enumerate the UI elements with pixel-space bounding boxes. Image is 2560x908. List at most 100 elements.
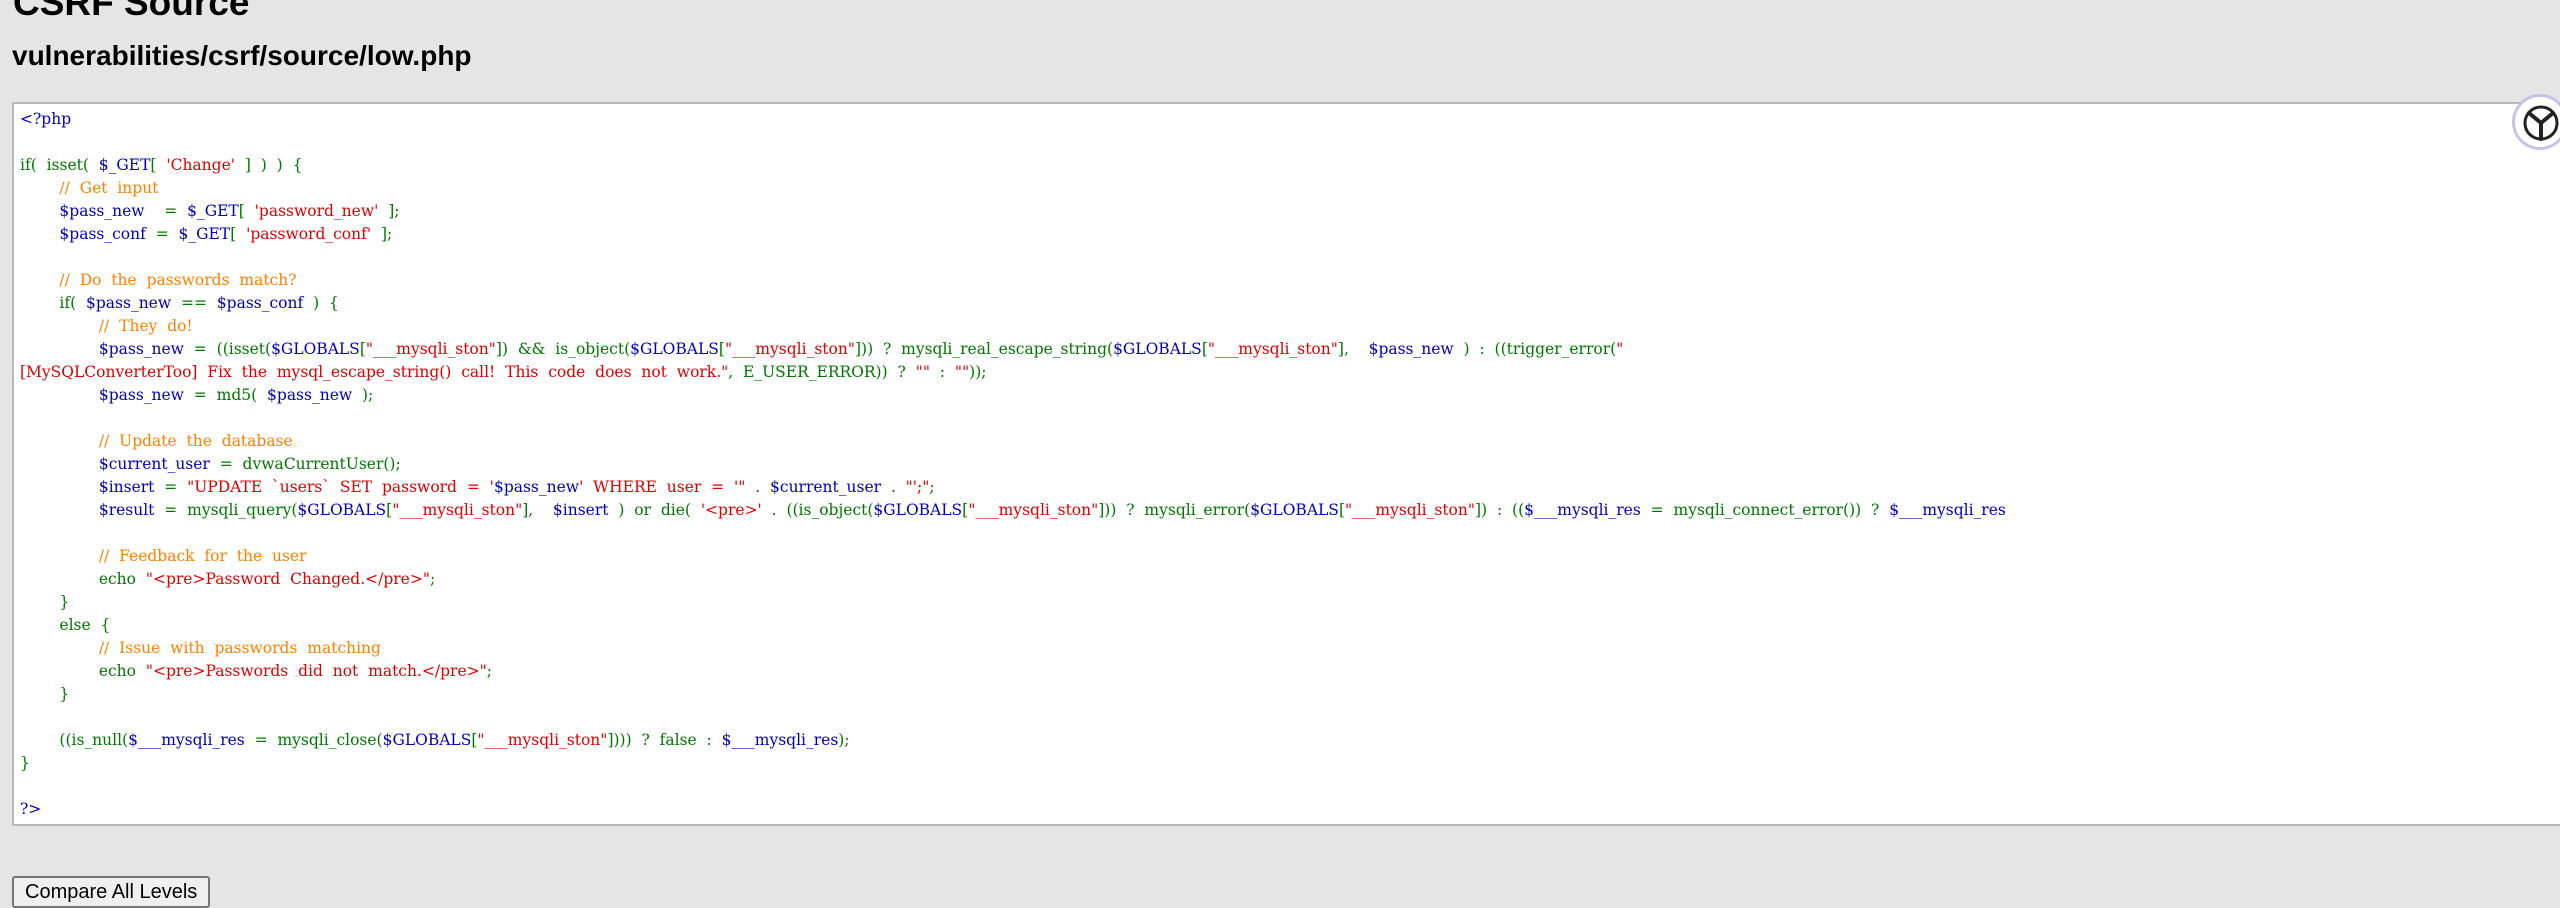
code-line: // Issue with passwords matching (20, 637, 2006, 660)
code-token: ] ) ) { (235, 156, 303, 174)
code-line: echo "<pre>Password Changed.</pre>"; (20, 568, 2006, 591)
code-variable: $GLOBALS (382, 731, 472, 749)
code-comment: // Update the database (20, 432, 293, 450)
code-token: ; (486, 662, 492, 680)
code-line: // Feedback for the user (20, 545, 2006, 568)
code-token: = mysqli_query( (154, 501, 298, 519)
code-line: $pass_new = md5( $pass_new ); (20, 384, 2006, 407)
code-token: = md5( (183, 386, 268, 404)
code-token: = dvwaCurrentUser(); (209, 455, 401, 473)
compare-all-levels-button[interactable]: Compare All Levels (12, 876, 211, 908)
code-token: ; (929, 478, 935, 496)
code-variable: $pass_conf (59, 225, 146, 243)
code-string: " (1616, 340, 1624, 358)
code-variable: $current_user (770, 478, 882, 496)
code-line: <?php (20, 108, 2006, 131)
code-token: = mysqli_connect_error()) ? (1640, 501, 1890, 519)
code-string: ' WHERE user = '" (579, 478, 746, 496)
code-string: "" (915, 363, 930, 381)
code-token: ], (522, 501, 553, 519)
code-string: 'Change' (166, 156, 236, 174)
code-string: "" (954, 363, 970, 381)
code-line: // Do the passwords match? (20, 269, 2006, 292)
code-line: $pass_new = $_GET[ 'password_new' ]; (20, 200, 2006, 223)
code-token: = mysqli_close( (244, 731, 383, 749)
code-token: , E_USER_ERROR)) ? (728, 363, 916, 381)
code-token: ]) && is_object( (495, 340, 631, 358)
code-variable: $pass_new (267, 386, 353, 404)
code-variable: $GLOBALS (297, 501, 387, 519)
code-token: = (154, 478, 188, 496)
code-variable: $_GET (187, 202, 239, 220)
code-comment: // They do! (20, 317, 193, 335)
code-token: } (20, 754, 30, 772)
code-token: ])) ? mysqli_error( (1098, 501, 1251, 519)
code-token: ], (1337, 340, 1369, 358)
code-string: 'password_new' (254, 202, 379, 220)
code-string: "___mysqli_ston" (365, 340, 496, 358)
code-token: . (745, 478, 771, 496)
php-tag: ?> (20, 800, 42, 818)
code-string: "___mysqli_ston" (392, 501, 523, 519)
code-string: 'password_conf' (246, 225, 372, 243)
code-variable: $GLOBALS (1113, 340, 1202, 358)
code-variable: $result (98, 501, 155, 519)
code-line: } (20, 752, 2006, 775)
code-variable: $insert (552, 501, 609, 519)
code-variable: $pass_new (1368, 340, 1454, 358)
code-variable: $___mysqli_res (1889, 501, 2006, 519)
code-line: } (20, 591, 2006, 614)
code-line: $pass_new = ((isset($GLOBALS["___mysqli_… (20, 338, 2006, 361)
code-token: ) : ((trigger_error( (1453, 340, 1617, 358)
php-tag: <?php (20, 110, 72, 128)
code-line: [MySQLConverterToo] Fix the mysql_escape… (20, 361, 2006, 384)
code-variable: $___mysqli_res (128, 731, 245, 749)
source-code: <?php if( isset( $_GET[ 'Change' ] ) ) { … (20, 108, 2006, 821)
code-string: "___mysqli_ston" (1207, 340, 1338, 358)
code-line: // Get input (20, 177, 2006, 200)
code-token: } (20, 685, 70, 703)
code-comment: // Feedback for the user (20, 547, 307, 565)
code-variable: $pass_new (98, 340, 184, 358)
code-token: ) { (303, 294, 339, 312)
code-token: [ (238, 202, 255, 220)
code-token: : (929, 363, 955, 381)
code-variable: $GLOBALS (873, 501, 963, 519)
code-token: == (171, 294, 217, 312)
code-variable: $GLOBALS (630, 340, 719, 358)
code-line: echo "<pre>Passwords did not match.</pre… (20, 660, 2006, 683)
extension-logo-icon[interactable] (2512, 94, 2560, 150)
code-line: // Update the database (20, 430, 2006, 453)
code-comment: // Issue with passwords matching (20, 639, 381, 657)
code-token: = (144, 202, 188, 220)
code-token: . ((is_object( (761, 501, 874, 519)
code-variable: $___mysqli_res (1524, 501, 1641, 519)
code-line: else { (20, 614, 2006, 637)
code-line: } (20, 683, 2006, 706)
code-variable: $GLOBALS (271, 340, 360, 358)
code-variable: $_GET (98, 156, 151, 174)
code-token: ]) : (( (1475, 501, 1525, 519)
code-string: "<pre>Password Changed.</pre>" (145, 570, 430, 588)
code-token: [ (150, 156, 167, 174)
code-token: if( (20, 294, 87, 312)
code-token: ]; (371, 225, 393, 243)
code-string: "___mysqli_ston" (477, 731, 608, 749)
code-string: "<pre>Passwords did not match.</pre>" (145, 662, 487, 680)
code-line: $result = mysqli_query($GLOBALS["___mysq… (20, 499, 2006, 522)
code-variable: $___mysqli_res (721, 731, 839, 749)
code-line: ?> (20, 798, 2006, 821)
code-token: )); (969, 363, 987, 381)
code-line: $insert = "UPDATE `users` SET password =… (20, 476, 2006, 499)
code-token: = ((isset( (183, 340, 272, 358)
code-line: if( isset( $_GET[ 'Change' ] ) ) { (20, 154, 2006, 177)
